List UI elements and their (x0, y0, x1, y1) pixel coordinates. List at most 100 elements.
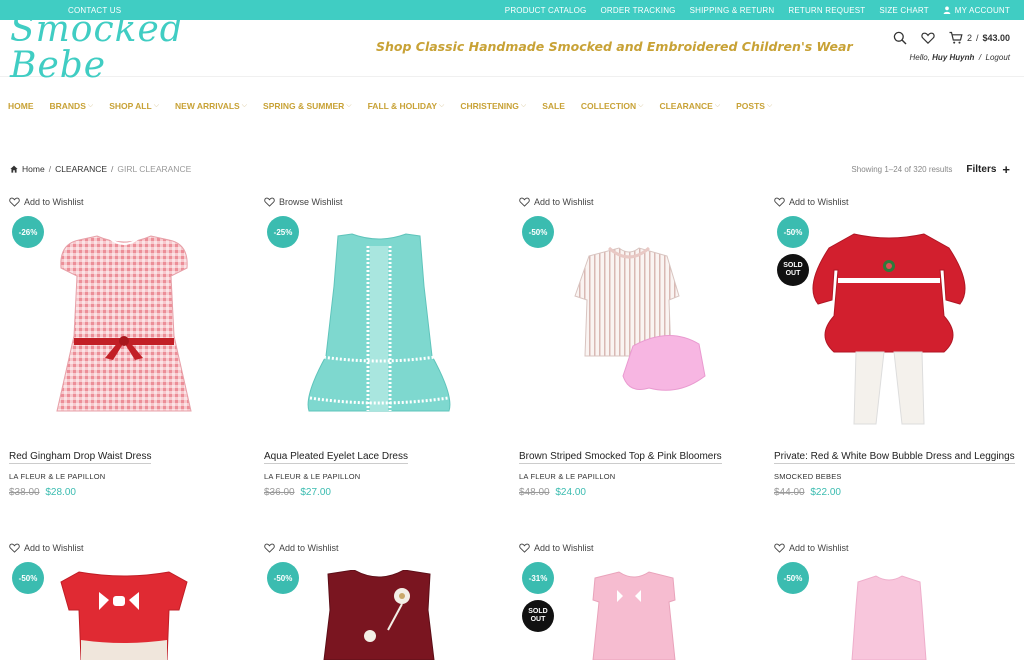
chevron-down-icon: ⌵ (439, 101, 445, 109)
nav-spring-summer[interactable]: SPRING & SUMMER ⌵ (263, 101, 352, 111)
original-price: $38.00 (9, 487, 40, 498)
product-card[interactable]: Add to Wishlist -50% (264, 542, 504, 660)
product-price: $38.00 $28.00 (9, 487, 76, 498)
header-actions: 2 / $43.00 Hello, Huy Huynh / Logout (870, 28, 1010, 62)
nav-label: SPRING & SUMMER (263, 100, 345, 111)
search-icon[interactable] (893, 31, 907, 45)
product-name[interactable]: Red Gingham Drop Waist Dress (9, 451, 152, 464)
sale-price: $28.00 (45, 487, 76, 498)
heart-icon (774, 543, 785, 553)
product-price: $36.00 $27.00 (264, 487, 331, 498)
plus-icon: + (1002, 161, 1010, 177)
breadcrumb-separator: / (48, 164, 52, 174)
product-image[interactable] (529, 226, 739, 426)
product-catalog-link[interactable]: PRODUCT CATALOG (505, 6, 587, 15)
product-price: $48.00 $24.00 (519, 487, 586, 498)
cart-separator: / (975, 33, 979, 43)
nav-shop-all[interactable]: SHOP ALL ⌵ (109, 101, 159, 111)
sale-price: $22.00 (810, 487, 841, 498)
original-price: $44.00 (774, 487, 805, 498)
heart-icon (264, 197, 275, 207)
nav-fall-holiday[interactable]: FALL & HOLIDAY ⌵ (368, 101, 445, 111)
wishlist-button[interactable]: Add to Wishlist (9, 196, 249, 208)
wishlist-button[interactable]: Add to Wishlist (519, 196, 759, 208)
order-tracking-link[interactable]: ORDER TRACKING (600, 6, 675, 15)
product-image[interactable] (284, 570, 474, 660)
product-image[interactable] (794, 570, 984, 660)
product-price: $44.00 $22.00 (774, 487, 841, 498)
wishlist-button[interactable]: Add to Wishlist (9, 542, 249, 554)
product-brand[interactable]: LA FLEUR & LE PAPILLON (264, 472, 360, 481)
product-image[interactable] (784, 226, 994, 426)
nav-label: CLEARANCE (659, 100, 713, 111)
wishlist-button[interactable]: Add to Wishlist (519, 542, 759, 554)
original-price: $36.00 (264, 487, 295, 498)
my-account-label: MY ACCOUNT (954, 5, 1010, 15)
nav-posts[interactable]: POSTS ⌵ (736, 101, 772, 111)
cart-icon (949, 31, 963, 44)
heart-icon (9, 543, 20, 553)
user-icon (943, 6, 951, 14)
product-brand[interactable]: LA FLEUR & LE PAPILLON (519, 472, 615, 481)
discount-badge: -26% (12, 216, 44, 248)
cart-summary[interactable]: 2 / $43.00 (949, 31, 1010, 45)
product-name[interactable]: Private: Red & White Bow Bubble Dress an… (774, 451, 1015, 464)
nav-home[interactable]: HOME (8, 101, 34, 111)
breadcrumb-clearance[interactable]: CLEARANCE (55, 164, 107, 174)
product-name[interactable]: Aqua Pleated Eyelet Lace Dress (264, 451, 408, 464)
nav-new-arrivals[interactable]: NEW ARRIVALS ⌵ (175, 101, 247, 111)
site-tagline: Shop Classic Handmade Smocked and Embroi… (376, 39, 853, 54)
discount-badge: -50% (522, 216, 554, 248)
heart-icon (9, 197, 20, 207)
original-price: $48.00 (519, 487, 550, 498)
wishlist-label: Add to Wishlist (24, 543, 84, 553)
nav-sale[interactable]: SALE (542, 101, 565, 111)
return-request-link[interactable]: RETURN REQUEST (788, 6, 865, 15)
wishlist-button[interactable]: Add to Wishlist (774, 196, 1014, 208)
cart-total: $43.00 (982, 33, 1010, 43)
product-card[interactable]: Browse Wishlist -25% Aqua Pleated Eyelet… (264, 196, 504, 502)
product-image[interactable] (29, 570, 219, 660)
breadcrumb-current: GIRL CLEARANCE (117, 164, 192, 174)
filters-button[interactable]: Filters + (966, 163, 1010, 176)
nav-clearance[interactable]: CLEARANCE ⌵ (659, 101, 720, 111)
product-card[interactable]: Add to Wishlist -31% SOLD OUT (519, 542, 759, 660)
product-image[interactable] (274, 226, 484, 426)
nav-christening[interactable]: CHRISTENING ⌵ (460, 101, 526, 111)
wishlist-button[interactable]: Add to Wishlist (774, 542, 1014, 554)
top-bar-links: PRODUCT CATALOG ORDER TRACKING SHIPPING … (505, 6, 1010, 15)
breadcrumb-home[interactable]: Home (22, 164, 45, 174)
nav-label: NEW ARRIVALS (175, 100, 240, 111)
home-icon (10, 165, 18, 173)
my-account-link[interactable]: MY ACCOUNT (943, 6, 1010, 15)
wishlist-button[interactable]: Browse Wishlist (264, 196, 504, 208)
product-card[interactable]: Add to Wishlist -50% (774, 542, 1014, 660)
result-count: Showing 1–24 of 320 results (851, 164, 953, 174)
site-header: Smocked Bebe Shop Classic Handmade Smock… (0, 12, 1024, 84)
nav-label: FALL & HOLIDAY (367, 100, 438, 111)
site-logo[interactable]: Smocked Bebe (10, 12, 250, 84)
nav-collection[interactable]: COLLECTION ⌵ (581, 101, 644, 111)
product-brand[interactable]: SMOCKED BEBES (774, 472, 842, 481)
product-card[interactable]: Add to Wishlist -50% (9, 542, 249, 660)
product-card[interactable]: Add to Wishlist -50% SOLD OUT Private: R… (774, 196, 1015, 502)
sale-price: $27.00 (300, 487, 331, 498)
product-brand[interactable]: LA FLEUR & LE PAPILLON (9, 472, 105, 481)
product-image[interactable] (19, 226, 229, 426)
logout-separator: / (978, 53, 982, 62)
wishlist-button[interactable]: Add to Wishlist (264, 542, 504, 554)
product-name[interactable]: Brown Striped Smocked Top & Pink Bloomer… (519, 451, 722, 464)
heart-icon[interactable] (921, 31, 935, 45)
chevron-down-icon: ⌵ (87, 101, 94, 109)
shipping-return-link[interactable]: SHIPPING & RETURN (690, 6, 775, 15)
toolbar-row: Home / CLEARANCE / GIRL CLEARANCE Showin… (10, 163, 1010, 176)
discount-badge: -31% (522, 562, 554, 594)
nav-brands[interactable]: BRANDS ⌵ (50, 101, 94, 111)
logout-link[interactable]: Logout (986, 53, 1010, 62)
size-chart-link[interactable]: SIZE CHART (879, 6, 928, 15)
chevron-down-icon: ⌵ (346, 101, 352, 109)
product-image[interactable] (539, 570, 729, 660)
product-card[interactable]: Add to Wishlist -26% Red Gingham Drop Wa… (9, 196, 249, 502)
wishlist-label: Browse Wishlist (279, 197, 343, 207)
product-card[interactable]: Add to Wishlist -50% Brown Striped Smock… (519, 196, 759, 502)
